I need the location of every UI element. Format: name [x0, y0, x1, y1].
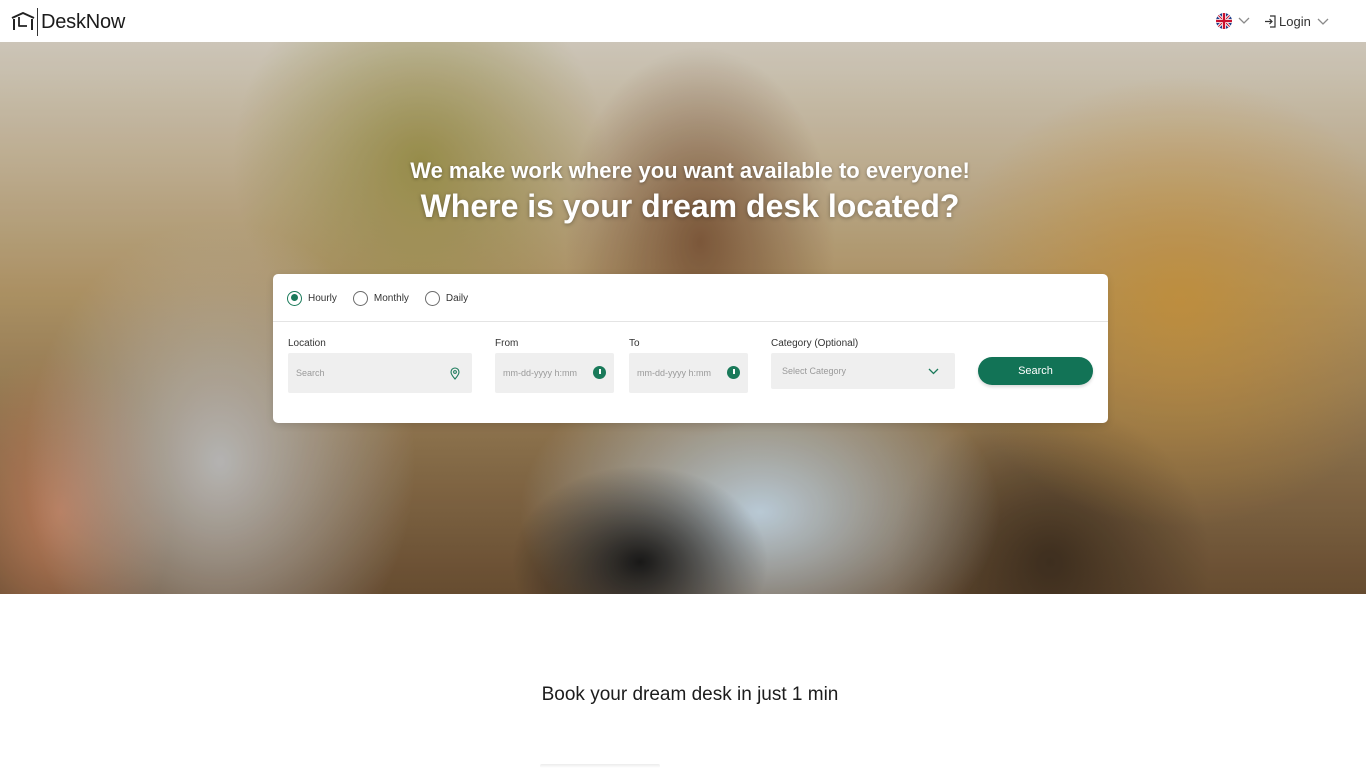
radio-label: Monthly — [373, 292, 409, 304]
login-menu[interactable]: Login — [1264, 14, 1329, 29]
desk-logo-icon — [11, 12, 35, 30]
chevron-down-icon — [1317, 18, 1329, 25]
from-label: From — [495, 338, 519, 349]
location-input[interactable]: Search — [288, 353, 472, 393]
from-placeholder: mm-dd-yyyy h:mm — [503, 368, 577, 378]
radio-monthly[interactable]: Monthly — [352, 290, 409, 306]
search-button[interactable]: Search — [978, 357, 1093, 385]
radio-checked-icon[interactable] — [287, 290, 302, 306]
chevron-down-icon — [1238, 17, 1250, 24]
hero-title: Where is your dream desk located? — [420, 188, 960, 224]
clock-icon[interactable] — [727, 366, 740, 379]
clock-icon[interactable] — [593, 366, 606, 379]
to-placeholder: mm-dd-yyyy h:mm — [637, 368, 711, 378]
location-label: Location — [288, 338, 326, 349]
logo-divider — [37, 8, 38, 36]
from-datetime-input[interactable]: mm-dd-yyyy h:mm — [495, 353, 614, 393]
category-label: Category (Optional) — [771, 338, 859, 349]
chevron-down-icon — [928, 368, 939, 375]
card-divider — [273, 321, 1108, 322]
search-card: Hourly Monthly Daily Location Search Fro… — [273, 274, 1108, 423]
category-value: Select Category — [782, 366, 847, 376]
location-placeholder: Search — [296, 368, 325, 378]
radio-label: Daily — [445, 292, 469, 304]
hero-subtitle: We make work where you want available to… — [410, 158, 970, 183]
radio-label: Hourly — [308, 292, 337, 304]
to-datetime-input[interactable]: mm-dd-yyyy h:mm — [629, 353, 748, 393]
desknow-logo[interactable]: DeskNow — [10, 8, 125, 36]
section-heading: Book your dream desk in just 1 min — [541, 684, 839, 705]
booking-type-radio-group: Hourly Monthly Daily — [287, 290, 484, 306]
to-label: To — [629, 338, 640, 349]
radio-unchecked-icon[interactable] — [352, 290, 368, 306]
login-icon — [1265, 15, 1276, 28]
language-selector[interactable] — [1216, 13, 1250, 29]
brand-name: DeskNow — [41, 10, 126, 33]
card-preview-edge — [540, 764, 660, 768]
category-select[interactable]: Select Category — [771, 353, 955, 389]
uk-flag-icon — [1216, 13, 1232, 29]
radio-daily[interactable]: Daily — [424, 290, 469, 306]
radio-hourly[interactable]: Hourly — [287, 290, 337, 306]
radio-unchecked-icon[interactable] — [424, 290, 440, 306]
map-pin-icon — [450, 367, 460, 380]
top-navbar: DeskNow Login — [0, 0, 1366, 42]
login-label: Login — [1279, 14, 1311, 29]
